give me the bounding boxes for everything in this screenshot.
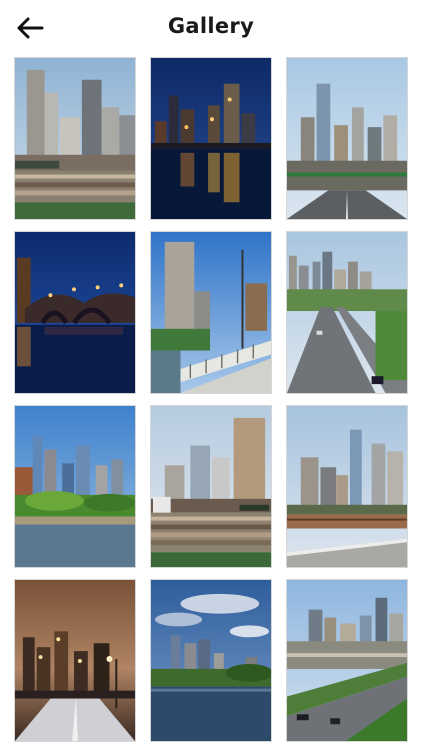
gallery-photo[interactable] [286,405,408,568]
app-header: Gallery [0,0,422,56]
gallery-photo[interactable] [14,579,136,742]
gallery-photo[interactable] [14,405,136,568]
city-photo-thumbnail [151,232,271,393]
gallery-photo[interactable] [286,231,408,394]
city-photo-thumbnail [15,580,135,741]
gallery-photo[interactable] [150,579,272,742]
gallery-photo[interactable] [14,57,136,220]
gallery-photo[interactable] [150,57,272,220]
city-photo-thumbnail [15,406,135,567]
gallery-photo[interactable] [150,231,272,394]
city-photo-thumbnail [151,580,271,741]
city-photo-thumbnail [287,58,407,219]
gallery-photo[interactable] [286,579,408,742]
city-photo-thumbnail [287,406,407,567]
city-photo-thumbnail [151,58,271,219]
page-title: Gallery [167,14,255,38]
city-photo-thumbnail [15,232,135,393]
gallery-photo[interactable] [286,57,408,220]
city-photo-thumbnail [287,580,407,741]
photo-grid [14,57,408,742]
city-photo-thumbnail [287,232,407,393]
gallery-photo[interactable] [150,405,272,568]
gallery-photo[interactable] [14,231,136,394]
city-photo-thumbnail [15,58,135,219]
city-photo-thumbnail [151,406,271,567]
